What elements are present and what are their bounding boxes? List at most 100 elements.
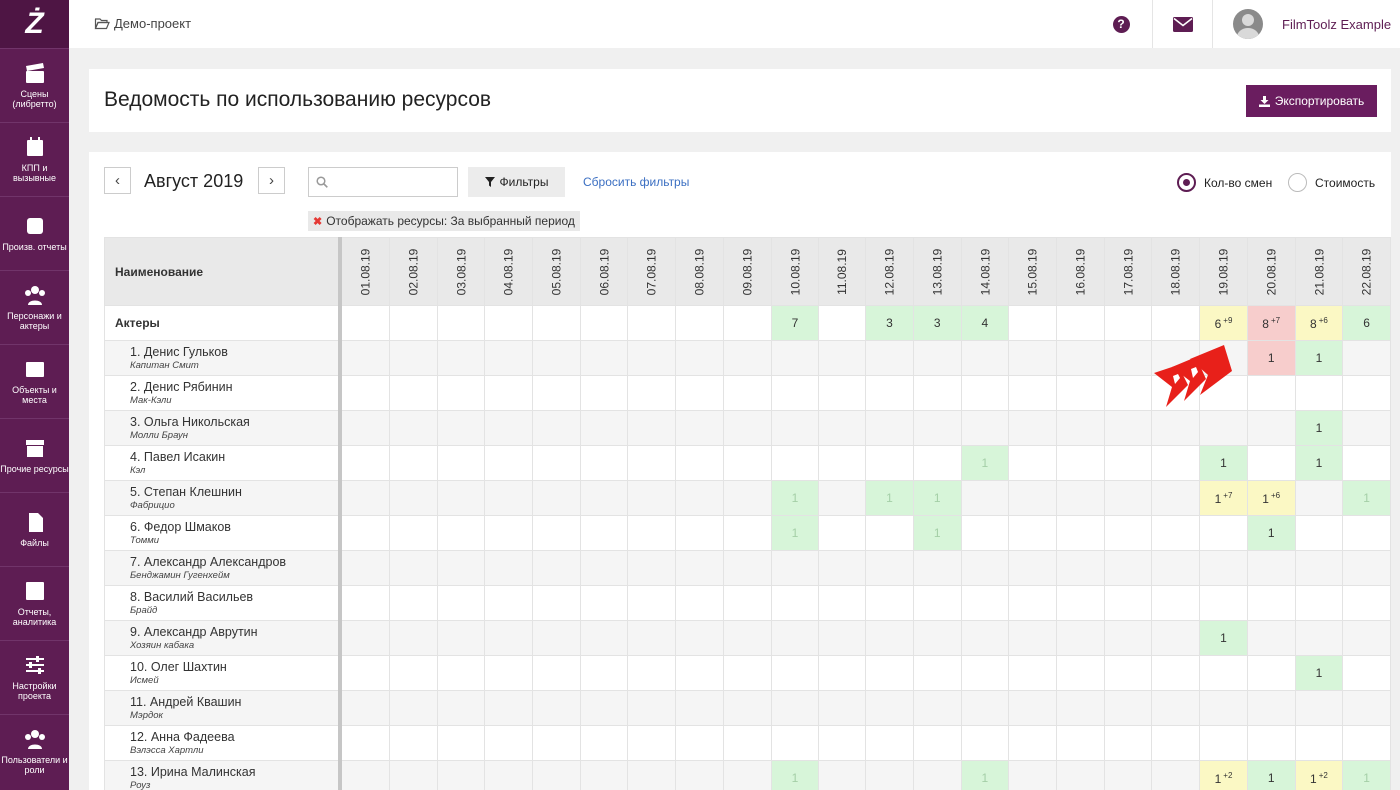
- day-cell[interactable]: [1342, 445, 1391, 481]
- day-cell[interactable]: 1 +7: [1199, 480, 1248, 516]
- day-cell[interactable]: [339, 480, 390, 516]
- day-cell[interactable]: [388, 690, 438, 726]
- day-cell[interactable]: [1342, 725, 1391, 761]
- day-cell[interactable]: [388, 445, 438, 481]
- day-cell[interactable]: [1246, 585, 1296, 621]
- day-cell[interactable]: [675, 375, 724, 411]
- day-cell[interactable]: [579, 480, 629, 516]
- day-cell[interactable]: [818, 480, 867, 516]
- day-cell[interactable]: [722, 340, 772, 376]
- actor-cell[interactable]: 13. Ирина Малинская Роуз: [104, 760, 343, 790]
- day-cell[interactable]: 1: [770, 760, 820, 790]
- sidebar-item-4[interactable]: Объекты и места: [0, 344, 69, 418]
- day-cell[interactable]: [960, 655, 1010, 691]
- day-cell[interactable]: [484, 515, 533, 551]
- day-cell[interactable]: [484, 725, 533, 761]
- day-cell[interactable]: [1008, 725, 1057, 761]
- day-cell[interactable]: [579, 550, 629, 586]
- day-cell[interactable]: [579, 655, 629, 691]
- day-cell[interactable]: [722, 620, 772, 656]
- day-cell[interactable]: [1151, 480, 1201, 516]
- day-cell[interactable]: [818, 655, 867, 691]
- day-cell[interactable]: [436, 480, 486, 516]
- day-cell[interactable]: [722, 305, 772, 341]
- day-cell[interactable]: [388, 760, 438, 790]
- day-cell[interactable]: [579, 690, 629, 726]
- day-cell[interactable]: [912, 655, 962, 691]
- export-button[interactable]: Экспортировать: [1246, 85, 1377, 117]
- day-cell[interactable]: [960, 620, 1010, 656]
- day-cell[interactable]: [388, 410, 438, 446]
- day-cell[interactable]: [1008, 620, 1057, 656]
- search-field[interactable]: [308, 167, 458, 197]
- day-cell[interactable]: [818, 515, 867, 551]
- day-cell[interactable]: [484, 340, 533, 376]
- actor-cell[interactable]: 3. Ольга Никольская Молли Браун: [104, 410, 343, 446]
- reset-filters-link[interactable]: Сбросить фильтры: [583, 175, 689, 189]
- day-cell[interactable]: [818, 620, 867, 656]
- day-cell[interactable]: [579, 515, 629, 551]
- day-cell[interactable]: [1103, 725, 1153, 761]
- day-cell[interactable]: [1151, 620, 1201, 656]
- day-cell[interactable]: [436, 655, 486, 691]
- day-cell[interactable]: [388, 375, 438, 411]
- day-cell[interactable]: [484, 480, 533, 516]
- day-cell[interactable]: [531, 550, 581, 586]
- day-cell[interactable]: 6: [1342, 305, 1391, 341]
- day-cell[interactable]: [339, 690, 390, 726]
- day-cell[interactable]: [1055, 690, 1105, 726]
- day-cell[interactable]: [531, 375, 581, 411]
- day-cell[interactable]: 1: [1294, 445, 1344, 481]
- day-cell[interactable]: [484, 620, 533, 656]
- breadcrumb[interactable]: Демо-проект: [94, 16, 191, 31]
- filters-button[interactable]: Фильтры: [468, 167, 565, 197]
- day-cell[interactable]: [865, 375, 914, 411]
- day-cell[interactable]: 3: [912, 305, 962, 341]
- day-cell[interactable]: [1008, 515, 1057, 551]
- day-cell[interactable]: 8 +6: [1294, 305, 1344, 341]
- day-cell[interactable]: [960, 375, 1010, 411]
- day-cell[interactable]: [770, 340, 820, 376]
- breadcrumb-project[interactable]: Демо-проект: [114, 16, 191, 31]
- day-cell[interactable]: [388, 620, 438, 656]
- day-cell[interactable]: [1294, 620, 1344, 656]
- day-cell[interactable]: [865, 550, 914, 586]
- app-logo[interactable]: Ż: [0, 0, 69, 48]
- day-cell[interactable]: [675, 620, 724, 656]
- day-cell[interactable]: [722, 725, 772, 761]
- day-cell[interactable]: [865, 620, 914, 656]
- day-cell[interactable]: [1294, 690, 1344, 726]
- day-cell[interactable]: 1: [1199, 620, 1248, 656]
- day-cell[interactable]: [818, 585, 867, 621]
- day-cell[interactable]: [627, 445, 677, 481]
- day-cell[interactable]: [484, 445, 533, 481]
- day-cell[interactable]: [1199, 725, 1248, 761]
- day-cell[interactable]: [960, 725, 1010, 761]
- day-cell[interactable]: [579, 305, 629, 341]
- day-cell[interactable]: [339, 305, 390, 341]
- day-cell[interactable]: 1: [770, 515, 820, 551]
- day-cell[interactable]: [818, 445, 867, 481]
- day-cell[interactable]: [865, 690, 914, 726]
- day-cell[interactable]: [436, 620, 486, 656]
- day-cell[interactable]: [818, 725, 867, 761]
- day-cell[interactable]: 3: [865, 305, 914, 341]
- day-cell[interactable]: [818, 550, 867, 586]
- day-cell[interactable]: 8 +7: [1246, 305, 1296, 341]
- day-cell[interactable]: [1151, 410, 1201, 446]
- day-cell[interactable]: [339, 585, 390, 621]
- day-cell[interactable]: [1103, 375, 1153, 411]
- day-cell[interactable]: [1103, 305, 1153, 341]
- day-cell[interactable]: [1294, 480, 1344, 516]
- day-cell[interactable]: [436, 340, 486, 376]
- day-cell[interactable]: [388, 550, 438, 586]
- day-cell[interactable]: [579, 410, 629, 446]
- day-cell[interactable]: [722, 375, 772, 411]
- day-cell[interactable]: [722, 690, 772, 726]
- day-cell[interactable]: 6 +9: [1199, 305, 1248, 341]
- sidebar-item-9[interactable]: Пользователи и роли: [0, 714, 69, 788]
- day-cell[interactable]: [436, 725, 486, 761]
- day-cell[interactable]: [722, 515, 772, 551]
- day-cell[interactable]: [436, 585, 486, 621]
- day-cell[interactable]: [388, 655, 438, 691]
